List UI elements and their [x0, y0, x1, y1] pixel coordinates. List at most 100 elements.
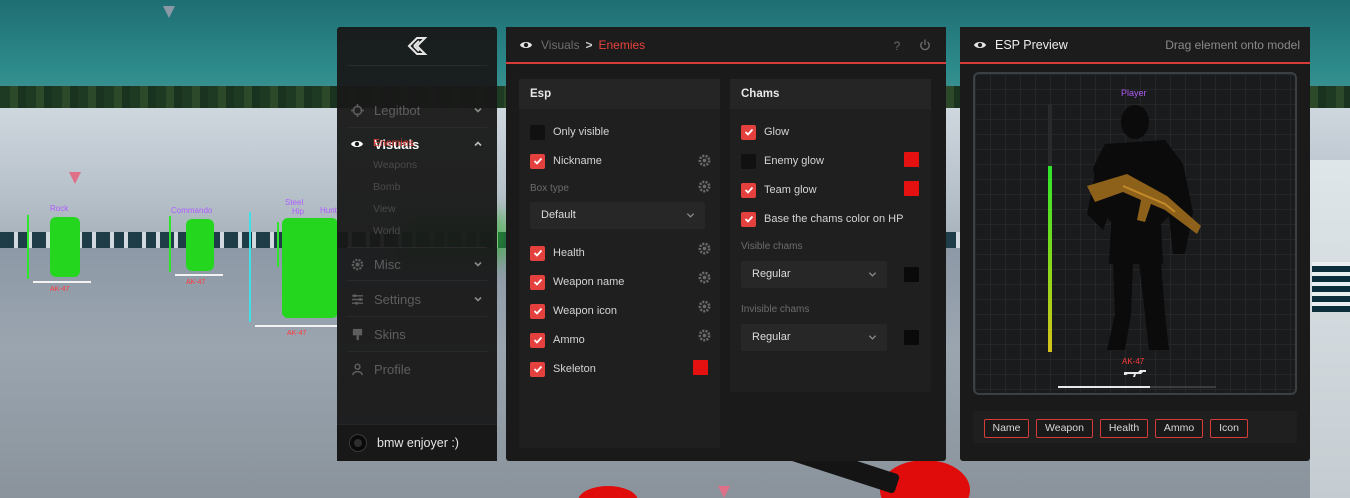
nickname-settings-gear-icon[interactable]	[698, 154, 711, 167]
nav-profile[interactable]: Profile	[337, 357, 497, 381]
chevron-up-icon	[474, 141, 482, 147]
chip-weapon[interactable]: Weapon	[1036, 419, 1093, 438]
chip-name[interactable]: Name	[984, 419, 1029, 438]
preview-health-bar[interactable]	[1048, 104, 1052, 352]
enemy-health-bar	[27, 215, 29, 279]
health-checkbox[interactable]	[530, 245, 545, 261]
nav-label: Misc	[374, 256, 401, 272]
power-button[interactable]	[918, 39, 932, 53]
user-profile[interactable]: bmw enjoyer :)	[337, 424, 497, 461]
only-visible-label: Only visible	[553, 126, 610, 138]
nav-settings[interactable]: Settings	[337, 287, 497, 311]
glow-label: Glow	[764, 126, 790, 138]
health-settings-gear-icon[interactable]	[698, 242, 711, 255]
subnav-bomb[interactable]: Bomb	[373, 181, 400, 193]
chip-icon[interactable]: Icon	[1210, 419, 1248, 438]
team-glow-label: Team glow	[764, 184, 817, 196]
team-glow-toggle[interactable]: Team glow	[741, 182, 817, 198]
enemy-weapon: AK-47	[50, 286, 70, 293]
box-settings-gear-icon[interactable]	[698, 180, 711, 193]
ammo-checkbox[interactable]	[530, 332, 545, 348]
subnav-weapons[interactable]: Weapons	[373, 159, 417, 171]
weapon-name-checkbox[interactable]	[530, 274, 545, 290]
preview-ammo-bar[interactable]	[1058, 386, 1216, 388]
visible-chams-color-swatch[interactable]	[904, 267, 919, 282]
ammo-toggle[interactable]: Ammo	[530, 332, 585, 348]
only-visible-checkbox[interactable]	[530, 124, 545, 140]
invisible-chams-select[interactable]: Regular	[741, 324, 887, 351]
health-toggle[interactable]: Health	[530, 245, 585, 261]
divider	[347, 127, 487, 128]
sidebar: Legitbot Visuals Enemies Weapons Bomb Vi…	[337, 27, 497, 461]
eye-icon	[520, 41, 532, 48]
enemy-box	[255, 325, 337, 327]
nickname-toggle[interactable]: Nickname	[530, 153, 602, 169]
divider	[347, 280, 487, 281]
enemy-box	[33, 281, 91, 283]
enemy-name: Commando	[171, 206, 213, 215]
crosshair-icon	[350, 103, 364, 117]
logo	[337, 27, 497, 65]
preview-weapon-name[interactable]: AK-47	[1122, 357, 1144, 366]
base-on-hp-checkbox[interactable]	[741, 211, 756, 227]
skeleton-toggle[interactable]: Skeleton	[530, 361, 596, 377]
enemy-glow-color-swatch[interactable]	[904, 152, 919, 167]
nav-skins[interactable]: Skins	[337, 322, 497, 346]
ammo-settings-gear-icon[interactable]	[698, 329, 711, 342]
team-glow-checkbox[interactable]	[741, 182, 756, 198]
weapon-icon-settings-gear-icon[interactable]	[698, 300, 711, 313]
skeleton-color-swatch[interactable]	[693, 360, 708, 375]
subnav-enemies[interactable]: Enemies	[373, 137, 414, 149]
chevron-down-icon	[474, 261, 482, 267]
nav-misc[interactable]: Misc	[337, 252, 497, 276]
enemy-glow-checkbox[interactable]	[741, 153, 756, 169]
logo-icon	[407, 37, 428, 55]
glow-checkbox[interactable]	[741, 124, 756, 140]
chip-ammo[interactable]: Ammo	[1155, 419, 1203, 438]
nav-visuals[interactable]: Visuals	[337, 132, 497, 156]
chevron-down-icon	[868, 335, 877, 340]
visible-chams-label: Visible chams	[741, 241, 803, 252]
breadcrumb-section[interactable]: Visuals	[541, 38, 579, 52]
ammo-label: Ammo	[553, 334, 585, 346]
nav-label: Skins	[374, 326, 406, 342]
skeleton-label: Skeleton	[553, 363, 596, 375]
nav-label: Settings	[374, 291, 421, 307]
skeleton-checkbox[interactable]	[530, 361, 545, 377]
enemy-box	[175, 274, 223, 276]
enemy-glow-toggle[interactable]: Enemy glow	[741, 153, 824, 169]
enemy-health-bar	[249, 212, 251, 322]
only-visible-toggle[interactable]: Only visible	[530, 124, 609, 140]
nickname-checkbox[interactable]	[530, 153, 545, 169]
main-window: Visuals > Enemies ? Esp Only visible Nic…	[506, 27, 946, 461]
rifle-icon[interactable]	[1124, 369, 1146, 377]
weapon-name-settings-gear-icon[interactable]	[698, 271, 711, 284]
subnav-world[interactable]: World	[373, 225, 400, 237]
nickname-label: Nickname	[553, 155, 602, 167]
chams-group-title: Chams	[730, 79, 931, 109]
subnav-view[interactable]: View	[373, 203, 396, 215]
glow-toggle[interactable]: Glow	[741, 124, 789, 140]
preview-player-name[interactable]: Player	[1121, 88, 1147, 98]
enemy-weapon: AK-47	[186, 279, 206, 286]
box-type-select[interactable]: Default	[530, 202, 705, 229]
health-label: Health	[553, 247, 585, 259]
weapon-name-label: Weapon name	[553, 276, 625, 288]
preview-hint: Drag element onto model	[1165, 38, 1300, 52]
weapon-icon-toggle[interactable]: Weapon icon	[530, 303, 617, 319]
base-on-hp-toggle[interactable]: Base the chams color on HP	[741, 211, 903, 227]
team-glow-color-swatch[interactable]	[904, 181, 919, 196]
preview-stage[interactable]: Player AK-47	[973, 72, 1297, 395]
enemy-glow	[50, 217, 80, 277]
help-button[interactable]: ?	[890, 39, 904, 53]
nav-legitbot[interactable]: Legitbot	[337, 98, 497, 122]
nav-label: Profile	[374, 361, 411, 377]
weapon-icon-checkbox[interactable]	[530, 303, 545, 319]
esp-element-chips: Name Weapon Health Ammo Icon	[973, 411, 1297, 443]
invisible-chams-color-swatch[interactable]	[904, 330, 919, 345]
visible-chams-select[interactable]: Regular	[741, 261, 887, 288]
weapon-name-toggle[interactable]: Weapon name	[530, 274, 624, 290]
enemy-glow	[186, 219, 214, 271]
enemy-name: Hunt	[320, 206, 337, 215]
chip-health[interactable]: Health	[1100, 419, 1148, 438]
